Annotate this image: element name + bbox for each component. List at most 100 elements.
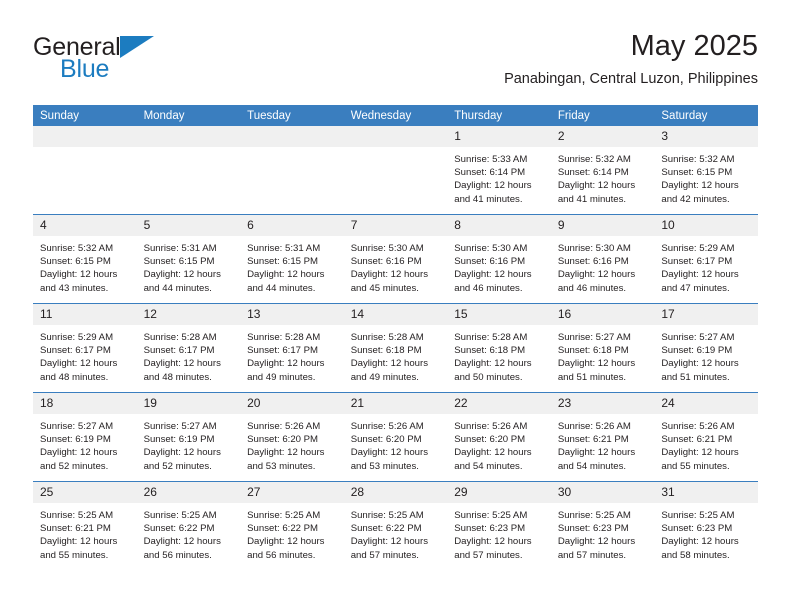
daylight-text-line1: Daylight: 12 hours xyxy=(661,180,739,192)
calendar-day-cell[interactable]: 9 Sunrise: 5:30 AM Sunset: 6:16 PM Daylight… xyxy=(550,214,655,304)
calendar-day-cell[interactable]: 2 Sunrise: 5:32 AM Sunset: 6:14 PM Daylight… xyxy=(550,126,655,215)
calendar-day-cell[interactable]: 22 Sunrise: 5:26 AM Sunset: 6:20 PM Dayligh… xyxy=(447,392,551,482)
title-block: May 2025 Panabingan, Central Luzon, Phil… xyxy=(504,28,758,90)
calendar-day-cell[interactable]: 17 Sunrise: 5:27 AM Sunset: 6:19 PM Dayligh… xyxy=(654,303,758,393)
calendar-day-cell[interactable]: 27 Sunrise: 5:25 AM Sunset: 6:22 PM Dayligh… xyxy=(240,481,344,570)
daylight-text-line1: Daylight: 12 hours xyxy=(350,269,429,281)
day-number: 7 xyxy=(343,215,448,236)
day-details: Sunrise: 5:27 AM Sunset: 6:19 PM Daylight:… xyxy=(654,325,758,384)
calendar-day-cell[interactable]: 12 Sunrise: 5:28 AM Sunset: 6:17 PM Dayligh… xyxy=(136,303,241,393)
daylight-text-line1: Daylight: 12 hours xyxy=(247,358,325,370)
calendar-day-cell[interactable]: 30 Sunrise: 5:25 AM Sunset: 6:23 PM Dayligh… xyxy=(550,481,655,570)
sunrise-text: Sunrise: 5:25 AM xyxy=(247,510,321,521)
daylight-text-line2: and 52 minutes. xyxy=(40,460,109,472)
calendar-day-cell[interactable]: 4 Sunrise: 5:32 AM Sunset: 6:15 PM Daylight… xyxy=(33,214,137,304)
day-number: 13 xyxy=(240,304,344,325)
calendar-day-cell[interactable]: 26 Sunrise: 5:25 AM Sunset: 6:22 PM Dayligh… xyxy=(136,481,241,570)
day-number: 25 xyxy=(33,482,137,503)
daylight-text-line2: and 53 minutes. xyxy=(247,460,316,472)
day-number: 18 xyxy=(33,393,137,414)
calendar-day-cell[interactable]: 5 Sunrise: 5:31 AM Sunset: 6:15 PM Daylight… xyxy=(136,214,241,304)
day-details: Sunrise: 5:30 AM Sunset: 6:16 PM Daylight:… xyxy=(551,236,655,295)
day-number: 5 xyxy=(136,215,241,236)
calendar-cell-empty xyxy=(343,126,448,215)
calendar-day-cell[interactable]: 16 Sunrise: 5:27 AM Sunset: 6:18 PM Dayligh… xyxy=(550,303,655,393)
day-number: 12 xyxy=(136,304,241,325)
day-number: 24 xyxy=(654,393,758,414)
sunset-text: Sunset: 6:23 PM xyxy=(454,523,526,535)
daylight-text-line1: Daylight: 12 hours xyxy=(40,536,118,548)
daylight-text-line2: and 48 minutes. xyxy=(40,371,109,383)
calendar-day-cell[interactable]: 31 Sunrise: 5:25 AM Sunset: 6:23 PM Dayligh… xyxy=(654,481,758,570)
day-number: 19 xyxy=(136,393,241,414)
daylight-text-line1: Daylight: 12 hours xyxy=(454,536,532,548)
calendar-day-cell[interactable]: 19 Sunrise: 5:27 AM Sunset: 6:19 PM Dayligh… xyxy=(136,392,241,482)
calendar-day-cell[interactable]: 1 Sunrise: 5:33 AM Sunset: 6:14 PM Daylight… xyxy=(447,126,551,215)
weekday-header-friday: Friday xyxy=(550,105,655,126)
calendar-cell-empty xyxy=(136,126,241,215)
daylight-text-line2: and 43 minutes. xyxy=(40,282,109,294)
day-number: 11 xyxy=(33,304,137,325)
day-details: Sunrise: 5:28 AM Sunset: 6:17 PM Daylight:… xyxy=(137,325,241,384)
calendar-day-cell[interactable]: 29 Sunrise: 5:25 AM Sunset: 6:23 PM Dayligh… xyxy=(447,481,551,570)
sunset-text: Sunset: 6:20 PM xyxy=(454,434,526,446)
daylight-text-line2: and 42 minutes. xyxy=(661,193,730,205)
sunset-text: Sunset: 6:16 PM xyxy=(557,256,629,268)
day-details: Sunrise: 5:26 AM Sunset: 6:20 PM Daylight:… xyxy=(240,414,344,473)
calendar-day-cell[interactable]: 13 Sunrise: 5:28 AM Sunset: 6:17 PM Dayligh… xyxy=(240,303,344,393)
calendar-day-cell[interactable]: 28 Sunrise: 5:25 AM Sunset: 6:22 PM Dayligh… xyxy=(343,481,448,570)
day-details: Sunrise: 5:32 AM Sunset: 6:15 PM Daylight:… xyxy=(654,147,758,206)
day-number: 10 xyxy=(654,215,758,236)
day-number: 9 xyxy=(550,215,655,236)
calendar-day-cell[interactable]: 3 Sunrise: 5:32 AM Sunset: 6:15 PM Daylight… xyxy=(654,126,758,215)
calendar-day-cell[interactable]: 21 Sunrise: 5:26 AM Sunset: 6:20 PM Dayligh… xyxy=(343,392,448,482)
generalblue-logo[interactable]: General Blue xyxy=(33,33,233,89)
calendar-day-cell[interactable]: 23 Sunrise: 5:26 AM Sunset: 6:21 PM Dayligh… xyxy=(550,392,655,482)
calendar-day-cell[interactable]: 10 Sunrise: 5:29 AM Sunset: 6:17 PM Dayligh… xyxy=(654,214,758,304)
calendar-day-cell[interactable]: 25 Sunrise: 5:25 AM Sunset: 6:21 PM Dayligh… xyxy=(33,481,137,570)
calendar-day-cell[interactable]: 24 Sunrise: 5:26 AM Sunset: 6:21 PM Dayligh… xyxy=(654,392,758,482)
daylight-text-line1: Daylight: 12 hours xyxy=(557,536,636,548)
sunrise-text: Sunrise: 5:28 AM xyxy=(247,332,321,343)
day-details: Sunrise: 5:25 AM Sunset: 6:23 PM Daylight:… xyxy=(447,503,551,562)
day-number: 26 xyxy=(136,482,241,503)
day-details: Sunrise: 5:26 AM Sunset: 6:20 PM Daylight:… xyxy=(447,414,551,473)
calendar-day-cell[interactable]: 15 Sunrise: 5:28 AM Sunset: 6:18 PM Dayligh… xyxy=(447,303,551,393)
daylight-text-line2: and 46 minutes. xyxy=(557,282,627,294)
calendar-day-cell[interactable]: 7 Sunrise: 5:30 AM Sunset: 6:16 PM Daylight… xyxy=(343,214,448,304)
sunrise-text: Sunrise: 5:28 AM xyxy=(350,332,424,343)
sunrise-text: Sunrise: 5:26 AM xyxy=(454,421,528,432)
weekday-header-tuesday: Tuesday xyxy=(240,105,344,126)
daylight-text-line1: Daylight: 12 hours xyxy=(454,180,532,192)
day-details: Sunrise: 5:25 AM Sunset: 6:23 PM Daylight:… xyxy=(551,503,655,562)
sunrise-text: Sunrise: 5:31 AM xyxy=(143,243,217,254)
daylight-text-line1: Daylight: 12 hours xyxy=(143,269,221,281)
weekday-header-wednesday: Wednesday xyxy=(343,105,448,126)
day-details: Sunrise: 5:30 AM Sunset: 6:16 PM Daylight:… xyxy=(344,236,448,295)
page-title: May 2025 xyxy=(630,30,758,62)
weekday-header-monday: Monday xyxy=(136,105,241,126)
sunset-text: Sunset: 6:15 PM xyxy=(143,256,215,268)
calendar-day-cell[interactable]: 6 Sunrise: 5:31 AM Sunset: 6:15 PM Daylight… xyxy=(240,214,344,304)
calendar-day-cell[interactable]: 8 Sunrise: 5:30 AM Sunset: 6:16 PM Daylight… xyxy=(447,214,551,304)
day-details: Sunrise: 5:26 AM Sunset: 6:21 PM Daylight:… xyxy=(654,414,758,473)
day-details xyxy=(240,147,344,153)
sunset-text: Sunset: 6:22 PM xyxy=(247,523,319,535)
calendar-week-row: 11 Sunrise: 5:29 AM Sunset: 6:17 PM Dayligh… xyxy=(33,303,758,393)
day-number xyxy=(136,126,241,147)
calendar-day-cell[interactable]: 18 Sunrise: 5:27 AM Sunset: 6:19 PM Dayligh… xyxy=(33,392,137,482)
sunset-text: Sunset: 6:18 PM xyxy=(454,345,526,357)
calendar-day-cell[interactable]: 20 Sunrise: 5:26 AM Sunset: 6:20 PM Dayligh… xyxy=(240,392,344,482)
calendar-day-cell[interactable]: 14 Sunrise: 5:28 AM Sunset: 6:18 PM Dayligh… xyxy=(343,303,448,393)
day-number: 17 xyxy=(654,304,758,325)
day-number: 20 xyxy=(240,393,344,414)
daylight-text-line1: Daylight: 12 hours xyxy=(557,180,636,192)
day-details: Sunrise: 5:28 AM Sunset: 6:18 PM Daylight:… xyxy=(447,325,551,384)
day-number: 16 xyxy=(550,304,655,325)
daylight-text-line2: and 56 minutes. xyxy=(247,549,316,561)
sunset-text: Sunset: 6:20 PM xyxy=(350,434,422,446)
daylight-text-line2: and 48 minutes. xyxy=(143,371,212,383)
calendar-day-cell[interactable]: 11 Sunrise: 5:29 AM Sunset: 6:17 PM Dayligh… xyxy=(33,303,137,393)
sunrise-text: Sunrise: 5:28 AM xyxy=(454,332,528,343)
sunrise-text: Sunrise: 5:26 AM xyxy=(661,421,735,432)
